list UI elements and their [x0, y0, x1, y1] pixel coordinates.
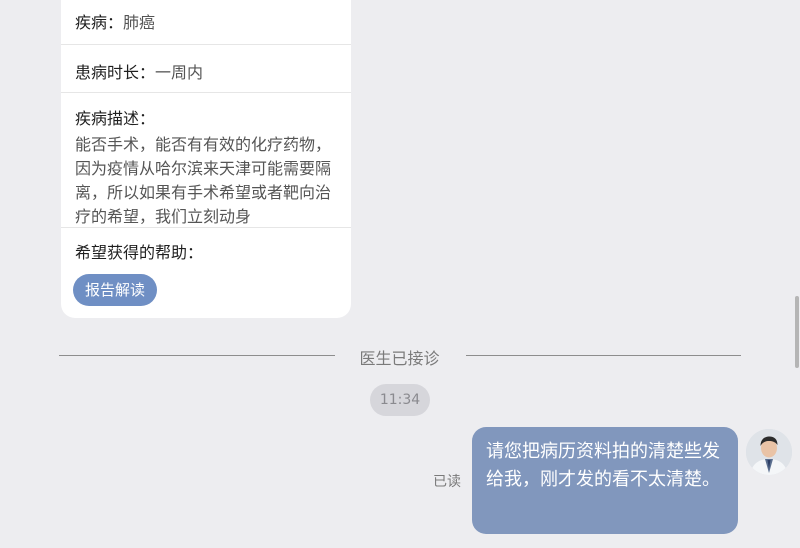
notice-divider-left: [59, 355, 335, 356]
disease-row: 疾病：肺癌: [75, 9, 351, 33]
doctor-avatar-icon: [746, 429, 792, 475]
disease-value: 肺癌: [123, 13, 156, 32]
help-label: 希望获得的帮助：: [75, 243, 204, 262]
timestamp-badge: 11:34: [370, 384, 430, 416]
scrollbar[interactable]: [795, 296, 799, 368]
divider: [61, 44, 351, 45]
system-notice: 医生已接诊: [359, 349, 440, 368]
help-tag[interactable]: 报告解读: [73, 274, 158, 306]
description-label: 疾病描述：: [75, 109, 156, 128]
notice-divider-right: [466, 355, 741, 356]
consultation-card: 疾病：肺癌 患病时长：一周内 疾病描述： 能否手术，能否有有效的化疗药物，因为疫…: [61, 0, 351, 318]
duration-row: 患病时长：一周内: [75, 59, 351, 83]
disease-label: 疾病：: [75, 13, 124, 32]
duration-value: 一周内: [155, 63, 204, 82]
divider: [61, 227, 351, 228]
read-status: 已读: [433, 474, 461, 490]
doctor-avatar[interactable]: [746, 429, 792, 475]
message-bubble[interactable]: 请您把病历资料拍的清楚些发给我，刚才发的看不太清楚。: [472, 427, 738, 534]
duration-label: 患病时长：: [75, 63, 156, 82]
description-text: 能否手术，能否有有效的化疗药物，因为疫情从哈尔滨来天津可能需要隔离，所以如果有手…: [75, 135, 332, 226]
divider: [61, 92, 351, 93]
